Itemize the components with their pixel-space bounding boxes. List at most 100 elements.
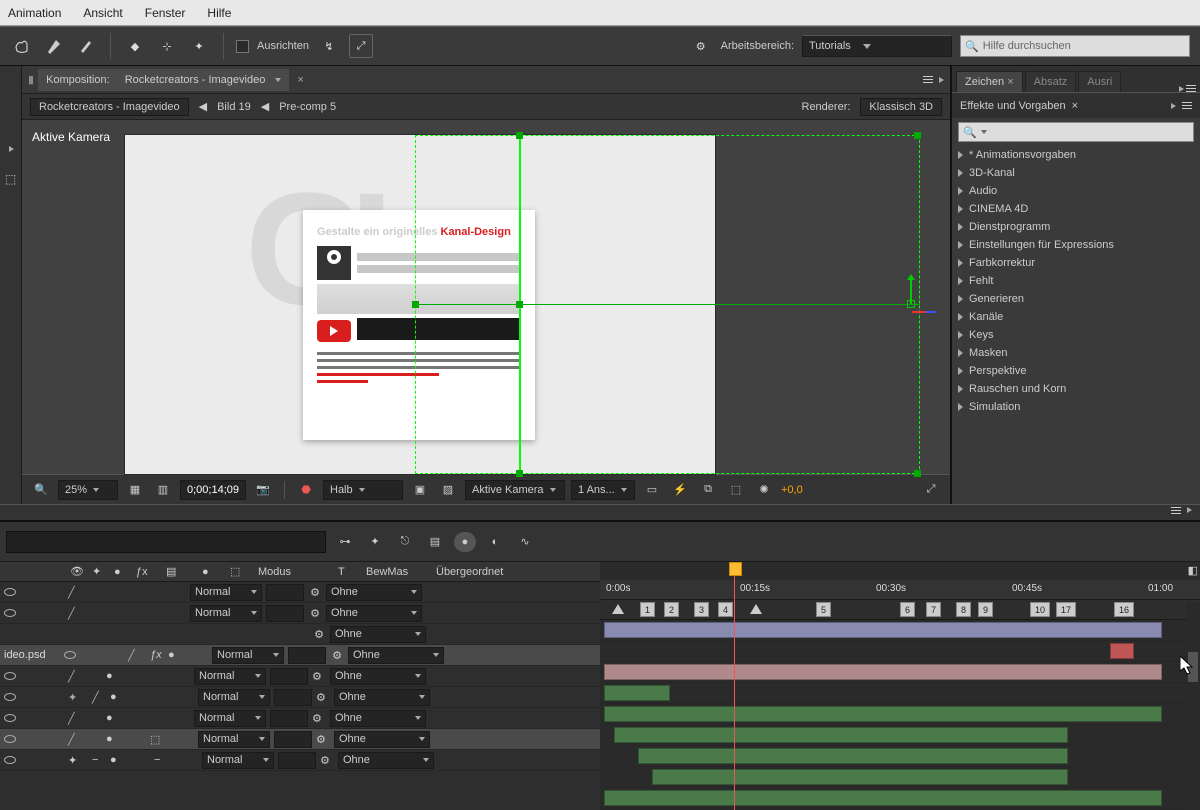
- track-matte-dropdown[interactable]: [288, 647, 326, 664]
- snap-edges-icon[interactable]: ⤢: [349, 34, 373, 58]
- visibility-icon[interactable]: [4, 586, 16, 598]
- layer-bar[interactable]: [1110, 643, 1134, 659]
- panel-menu-icon[interactable]: [923, 76, 933, 83]
- parent-dropdown[interactable]: Ohne: [330, 626, 426, 643]
- effect-category[interactable]: 3D-Kanal: [952, 164, 1200, 182]
- comp-marker[interactable]: 17: [1056, 602, 1076, 617]
- effect-category[interactable]: Fehlt: [952, 272, 1200, 290]
- parent-dropdown[interactable]: Ohne: [334, 689, 430, 706]
- parent-dropdown[interactable]: Ohne: [338, 752, 434, 769]
- layer-row-selected[interactable]: ideo.psd ╱ ƒx ● Normal ⚙ Ohne: [0, 645, 600, 666]
- align-checkbox[interactable]: [236, 40, 249, 53]
- panel-flyout-icon[interactable]: [1171, 103, 1176, 109]
- effect-category[interactable]: Keys: [952, 326, 1200, 344]
- comp-marker[interactable]: 6: [900, 602, 915, 617]
- effect-category[interactable]: Einstellungen für Expressions: [952, 236, 1200, 254]
- layer-bar[interactable]: [638, 748, 1068, 764]
- motion-blur-icon[interactable]: ●: [168, 649, 208, 661]
- visibility-icon[interactable]: [4, 670, 16, 682]
- shy-icon[interactable]: ⎋: [394, 532, 416, 552]
- motion-blur-icon[interactable]: ●: [106, 670, 146, 682]
- pixel-aspect-icon[interactable]: ▭: [641, 480, 663, 500]
- roi-icon[interactable]: ▣: [409, 480, 431, 500]
- dock-flyout-icon[interactable]: [9, 146, 14, 152]
- views-dropdown[interactable]: 1 Ans...: [571, 480, 635, 500]
- chevron-down-icon[interactable]: [981, 130, 987, 134]
- chevron-down-icon[interactable]: [275, 78, 281, 82]
- 3d-layer-icon[interactable]: ⬚: [150, 733, 164, 746]
- breadcrumb-root[interactable]: Rocketcreators - Imagevideo: [30, 98, 189, 116]
- tab-zeichen[interactable]: Zeichen ×: [956, 71, 1023, 92]
- comp-marker[interactable]: 5: [816, 602, 831, 617]
- effect-category[interactable]: Audio: [952, 182, 1200, 200]
- layer-bar[interactable]: [604, 622, 1162, 638]
- pen-tool-icon[interactable]: [42, 34, 66, 58]
- snapshot-icon[interactable]: 📷: [252, 480, 274, 500]
- layer-bar[interactable]: [652, 769, 1068, 785]
- workspace-dropdown[interactable]: Tutorials: [802, 35, 952, 57]
- effect-category[interactable]: Dienstprogramm: [952, 218, 1200, 236]
- layer-bar[interactable]: [604, 685, 670, 701]
- blend-mode-dropdown[interactable]: Normal: [190, 605, 262, 622]
- ruler-icon[interactable]: ▦: [124, 480, 146, 500]
- close-icon[interactable]: ×: [1072, 100, 1078, 112]
- tab-ausrichten[interactable]: Ausri: [1078, 71, 1121, 92]
- layer-bar[interactable]: [604, 664, 1162, 680]
- close-tab-icon[interactable]: ×: [293, 74, 307, 86]
- tab-absatz[interactable]: Absatz: [1025, 71, 1077, 92]
- layer-bar[interactable]: [604, 790, 1162, 806]
- dock-flowchart-icon[interactable]: ⬚: [5, 172, 16, 186]
- marker-icon[interactable]: [612, 604, 624, 614]
- effect-category[interactable]: Generieren: [952, 290, 1200, 308]
- effect-category[interactable]: Farbkorrektur: [952, 254, 1200, 272]
- parent-pickwhip-icon[interactable]: ⚙: [308, 586, 322, 599]
- comp-mini-flowchart-icon[interactable]: ⊶: [334, 532, 356, 552]
- layer-row[interactable]: ✦−●− Normal ⚙ Ohne: [0, 750, 600, 771]
- effect-category[interactable]: Perspektive: [952, 362, 1200, 380]
- parent-dropdown[interactable]: Ohne: [326, 605, 422, 622]
- comp-marker[interactable]: 9: [978, 602, 993, 617]
- time-ruler[interactable]: 0:00s 00:15s 00:30s 00:45s 01:00: [600, 580, 1200, 600]
- close-icon[interactable]: ×: [1007, 76, 1013, 88]
- handle-left[interactable]: [412, 301, 419, 308]
- comp-marker[interactable]: 16: [1114, 602, 1134, 617]
- snap-icon[interactable]: ↯: [317, 34, 341, 58]
- timeline-tracks[interactable]: 0:00s 00:15s 00:30s 00:45s 01:00 1 2 3 4…: [600, 562, 1200, 810]
- motion-blur-icon[interactable]: ●: [454, 532, 476, 552]
- layer-row[interactable]: ╱● Normal ⚙ Ohne: [0, 666, 600, 687]
- comp-marker-bin-icon[interactable]: ◧: [1188, 564, 1198, 577]
- timeline-scrollbar[interactable]: [1186, 602, 1200, 810]
- visibility-icon[interactable]: [4, 607, 16, 619]
- transparency-icon[interactable]: ▨: [437, 480, 459, 500]
- comp-marker[interactable]: 2: [664, 602, 679, 617]
- marker-bar[interactable]: 1 2 3 4 5 6 7 8 9 10 17 16: [600, 600, 1200, 620]
- menu-animation[interactable]: Animation: [8, 6, 61, 20]
- parent-pickwhip-icon[interactable]: ⚙: [312, 628, 326, 641]
- layer-row[interactable]: ⚙ Ohne: [0, 624, 600, 645]
- comp-marker[interactable]: 10: [1030, 602, 1050, 617]
- layer-row[interactable]: ╱ Normal ⚙ Ohne: [0, 582, 600, 603]
- track-matte-dropdown[interactable]: [270, 668, 308, 685]
- breadcrumb-item[interactable]: Bild 19: [217, 101, 251, 113]
- layer-bar[interactable]: [614, 727, 1068, 743]
- brainstorm-icon[interactable]: ◐: [484, 532, 506, 552]
- effect-category[interactable]: * Animationsvorgaben: [952, 146, 1200, 164]
- effect-category[interactable]: Simulation: [952, 398, 1200, 416]
- panel-menu-icon[interactable]: [1171, 507, 1181, 518]
- camera-dropdown[interactable]: Aktive Kamera: [465, 480, 565, 500]
- resolution-dropdown[interactable]: Halb: [323, 480, 403, 500]
- maximize-icon[interactable]: ⤢: [920, 480, 942, 500]
- comp-marker[interactable]: 4: [718, 602, 733, 617]
- flowchart-icon[interactable]: ⬚: [725, 480, 747, 500]
- frame-blend-icon[interactable]: ▤: [424, 532, 446, 552]
- menu-ansicht[interactable]: Ansicht: [83, 6, 122, 20]
- comp-marker[interactable]: 8: [956, 602, 971, 617]
- parent-dropdown[interactable]: Ohne: [334, 731, 430, 748]
- blend-mode-dropdown[interactable]: Normal: [202, 752, 274, 769]
- blend-mode-dropdown[interactable]: Normal: [198, 689, 270, 706]
- track-matte-dropdown[interactable]: [278, 752, 316, 769]
- comp-tab[interactable]: Komposition: Rocketcreators - Imagevideo: [38, 69, 289, 91]
- parent-pickwhip-icon[interactable]: ⚙: [312, 670, 326, 683]
- chevron-left-icon[interactable]: ◀: [261, 100, 269, 113]
- panel-menu-icon[interactable]: [1182, 102, 1192, 109]
